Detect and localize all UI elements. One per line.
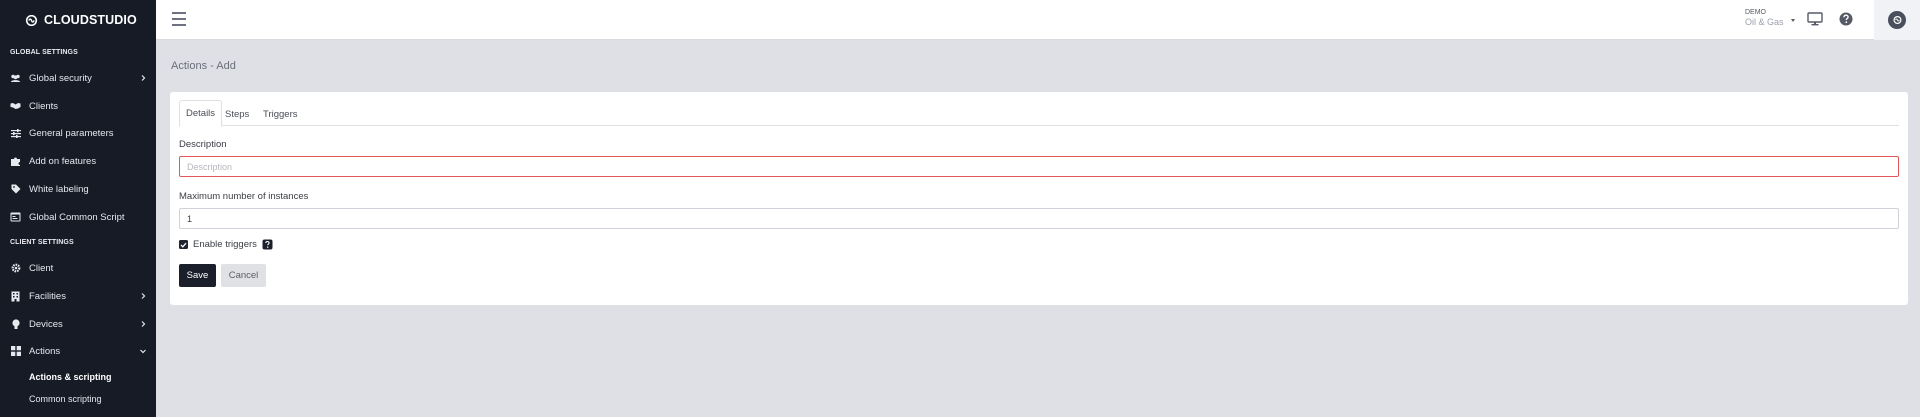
sidebar-item-label: Clients [29, 100, 59, 112]
org-label: DEMO [1745, 9, 1766, 16]
page-title: Actions - Add [171, 60, 236, 72]
brand-logo[interactable]: CLOUDSTUDIO [0, 0, 156, 40]
chevron-down-icon [140, 349, 146, 354]
sidebar-item-label: Add on features [29, 155, 97, 167]
sidebar-item-global-common-script[interactable]: Global Common Script [0, 206, 156, 228]
users-icon [10, 73, 21, 84]
org-name: Oil & Gas [1745, 17, 1784, 27]
tab-details[interactable]: Details [179, 100, 223, 127]
sidebar-item-facilities[interactable]: Facilities [0, 285, 156, 307]
description-input[interactable] [179, 156, 1899, 177]
tab-steps[interactable]: Steps [219, 101, 255, 127]
max-instances-label: Maximum number of instances [179, 191, 309, 202]
handshake-icon [10, 101, 21, 112]
monitor-icon[interactable] [1807, 12, 1823, 26]
save-button[interactable]: Save [179, 264, 216, 287]
global-settings-heading: GLOBAL SETTINGS [10, 49, 78, 56]
brand-name: CLOUDSTUDIO [44, 13, 137, 27]
puzzle-icon [10, 156, 21, 167]
sidebar-item-devices[interactable]: Devices [0, 313, 156, 335]
tab-triggers[interactable]: Triggers [257, 101, 304, 127]
check-icon [180, 242, 187, 248]
enable-triggers-row: Enable triggers [179, 239, 273, 250]
tab-bar: Details Steps Triggers [179, 100, 1899, 127]
caret-down-icon [1791, 19, 1795, 22]
enable-triggers-checkbox[interactable] [179, 240, 188, 249]
sidebar-item-global-security[interactable]: Global security [0, 67, 156, 89]
code-icon [10, 212, 21, 223]
bulb-icon [10, 318, 21, 330]
sidebar-item-label: Facilities [29, 290, 66, 302]
sidebar-item-label: Devices [29, 318, 63, 330]
hamburger-icon[interactable] [172, 12, 188, 26]
enable-triggers-label: Enable triggers [193, 239, 257, 250]
grid-icon [10, 346, 21, 357]
sidebar-item-client[interactable]: Client [0, 257, 156, 279]
sidebar-item-label: Actions [29, 345, 61, 357]
chevron-right-icon [141, 321, 146, 327]
sidebar: CLOUDSTUDIO GLOBAL SETTINGS Global secur… [0, 0, 156, 417]
cloudstudio-logo-icon [25, 14, 38, 26]
sidebar-item-white-labeling[interactable]: White labeling [0, 178, 156, 200]
chevron-right-icon [141, 293, 146, 299]
building-icon [10, 291, 21, 302]
avatar-icon [1888, 11, 1906, 29]
organization-selector[interactable]: DEMO Oil & Gas [1745, 8, 1795, 28]
top-bar: DEMO Oil & Gas [156, 0, 1920, 40]
tag-icon [10, 184, 21, 195]
form-card: Details Steps Triggers Description Maxim… [170, 92, 1908, 305]
cancel-button[interactable]: Cancel [221, 264, 266, 287]
sidebar-item-label: Client [29, 262, 54, 274]
sidebar-subitem-actions-scripting[interactable]: Actions & scripting [29, 372, 112, 382]
sliders-icon [10, 128, 21, 139]
sidebar-item-label: Global security [29, 72, 92, 84]
sidebar-item-label: General parameters [29, 127, 114, 139]
sidebar-item-actions[interactable]: Actions [0, 340, 156, 362]
max-instances-input[interactable] [179, 208, 1899, 229]
sidebar-item-label: White labeling [29, 183, 89, 195]
sidebar-item-add-on-features[interactable]: Add on features [0, 150, 156, 172]
sidebar-item-general-parameters[interactable]: General parameters [0, 122, 156, 144]
avatar[interactable] [1874, 0, 1920, 40]
sidebar-item-clients[interactable]: Clients [0, 95, 156, 117]
client-settings-heading: CLIENT SETTINGS [10, 239, 74, 246]
sidebar-item-label: Global Common Script [29, 211, 125, 223]
question-icon[interactable] [262, 239, 273, 250]
chevron-right-icon [141, 75, 146, 81]
gear-icon [10, 263, 21, 274]
sidebar-subitem-common-scripting[interactable]: Common scripting [29, 394, 102, 404]
help-icon[interactable] [1839, 12, 1853, 26]
description-label: Description [179, 139, 227, 150]
